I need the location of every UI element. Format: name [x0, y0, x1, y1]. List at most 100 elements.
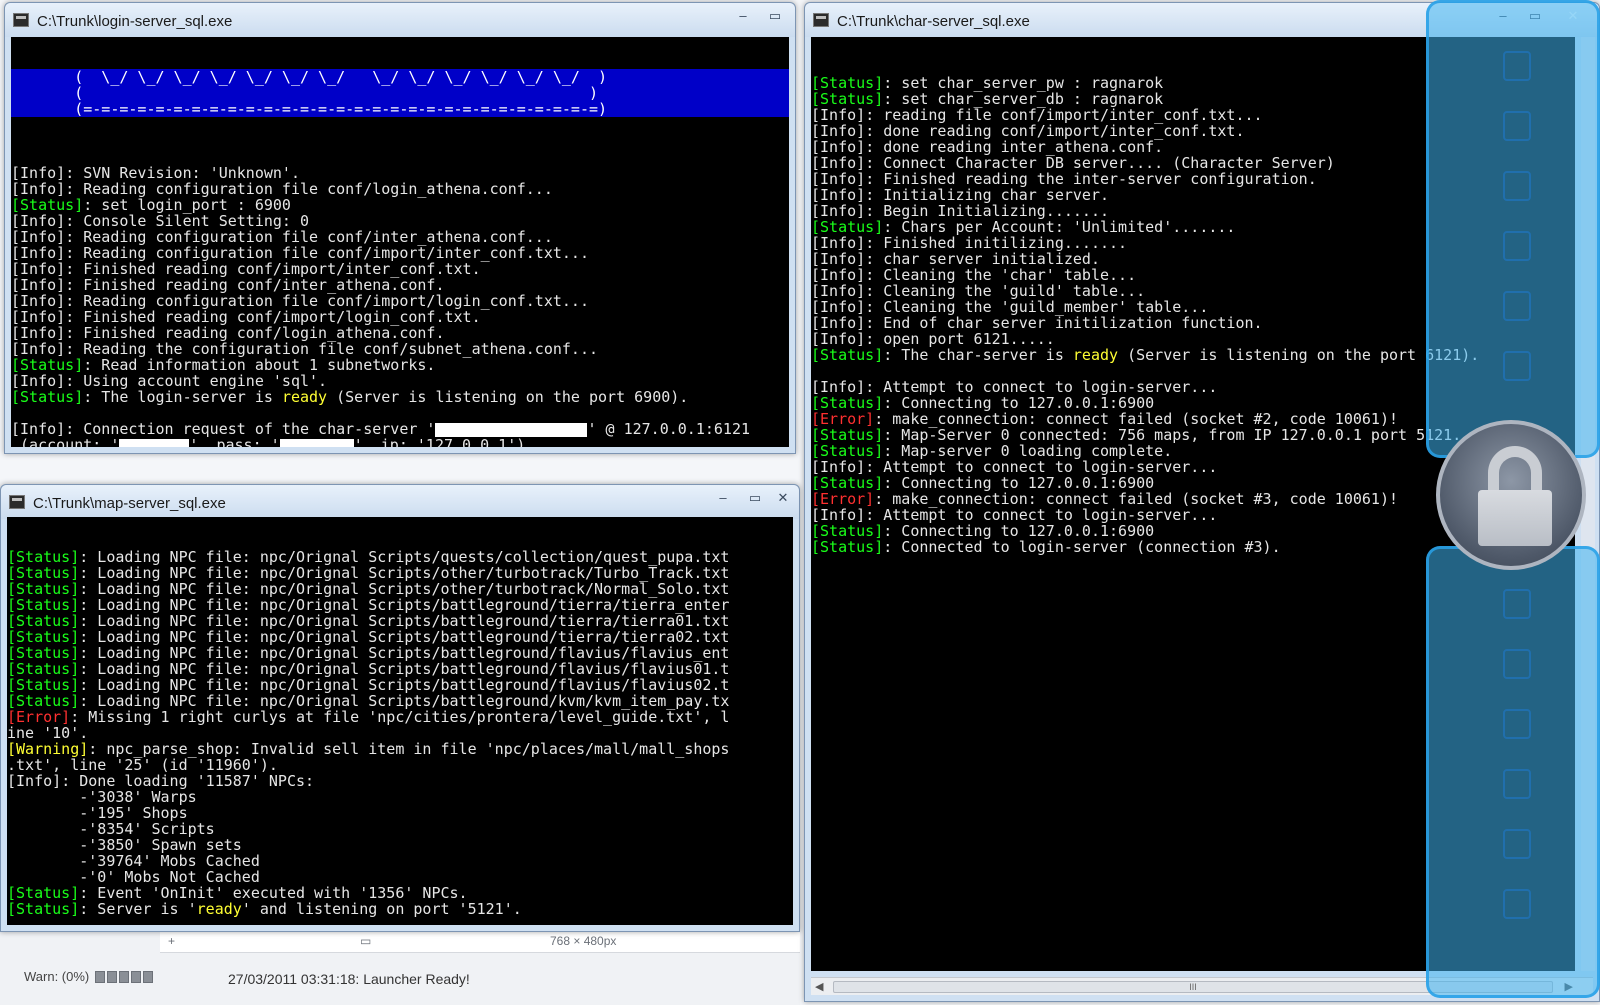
console-line: [Info]: Finished reading conf/import/log…: [11, 309, 789, 325]
console-line: [Status]: Read information about 1 subne…: [11, 357, 789, 373]
log-tag: [Status]: [11, 388, 84, 406]
console-line: [Info]: Console Silent Setting: 0: [11, 213, 789, 229]
add-icon: +: [168, 934, 176, 948]
log-text: : The login-server is: [83, 388, 282, 406]
close-button[interactable]: ✕: [773, 489, 793, 509]
console-line: -'3850' Spawn sets: [7, 837, 793, 853]
maximize-button[interactable]: ▭: [741, 489, 769, 509]
map-server-titlebar[interactable]: C:\Trunk\map-server_sql.exe – ▭ ✕: [1, 485, 799, 519]
lock-icon[interactable]: [1436, 420, 1586, 570]
console-line: [Status]: Event 'OnInit' executed with '…: [7, 885, 793, 901]
side-panel-top[interactable]: [1426, 0, 1600, 458]
console-line: -'39764' Mobs Cached: [7, 853, 793, 869]
console-line: [Info]: Connection request of the char-s…: [11, 421, 789, 437]
grid-icon: ▭: [360, 934, 372, 948]
log-text: : Missing 1 right curlys at file 'npc/ci…: [70, 708, 730, 726]
redacted-block: [435, 422, 588, 437]
console-app-icon: [9, 495, 25, 509]
console-line: [Status]: Loading NPC file: npc/Orignal …: [7, 597, 793, 613]
banner-line: (=-=-=-=-=-=-=-=-=-=-=-=-=-=-=-=-=-=-=-=…: [11, 100, 608, 118]
ruler-size-label: 768 × 480px: [550, 934, 617, 948]
console-line: [Status]: Loading NPC file: npc/Orignal …: [7, 549, 793, 565]
panel-slot-icon: [1503, 589, 1531, 619]
minimize-button[interactable]: –: [729, 7, 757, 27]
console-line: [Info]: Finished reading conf/inter_athe…: [11, 277, 789, 293]
log-text: ' and listening on port '5121'.: [241, 900, 522, 918]
console-line: [Info]: Reading configuration file conf/…: [11, 181, 789, 197]
panel-slot-icon: [1503, 709, 1531, 739]
launcher-status-strip: + ▭ 768 × 480px Warn: (0%) 27/03/2011 03…: [0, 930, 800, 1005]
log-text: ' @ 127.0.0.1:6121: [587, 420, 751, 438]
ascii-banner: ( \_/ \_/ \_/ \_/ \_/ \_/ \_/ \_/ \_/ \_…: [11, 69, 789, 117]
console-line: [Status]: Loading NPC file: npc/Orignal …: [7, 581, 793, 597]
console-line: -'0' Mobs Not Cached: [7, 869, 793, 885]
console-line: -'3038' Warps: [7, 789, 793, 805]
console-line: ine '10'.: [7, 725, 793, 741]
console-line: [Status]: Loading NPC file: npc/Orignal …: [7, 645, 793, 661]
console-line: [Status]: Loading NPC file: npc/Orignal …: [7, 677, 793, 693]
login-server-window[interactable]: C:\Trunk\login-server_sql.exe – ▭ ( \_/ …: [4, 2, 796, 454]
warn-level-meter: [95, 971, 155, 986]
console-line: -'8354' Scripts: [7, 821, 793, 837]
ready-keyword: ready: [196, 900, 242, 918]
console-line: [Info]: Reading configuration file conf/…: [11, 229, 789, 245]
map-console-output[interactable]: [Status]: Loading NPC file: npc/Orignal …: [7, 517, 793, 925]
map-server-window[interactable]: C:\Trunk\map-server_sql.exe – ▭ ✕ [Statu…: [0, 484, 800, 932]
console-line: [Status]: Loading NPC file: npc/Orignal …: [7, 565, 793, 581]
login-server-titlebar[interactable]: C:\Trunk\login-server_sql.exe – ▭: [5, 3, 795, 37]
log-tag: [Status]: [7, 900, 80, 918]
console-line: [Status]: The login-server is ready (Ser…: [11, 389, 789, 405]
log-text: : Server is ': [79, 900, 197, 918]
panel-slot-icon: [1503, 769, 1531, 799]
banner-line: ( \_/ \_/ \_/ \_/ \_/ \_/ \_/ \_/ \_/ \_…: [11, 68, 608, 86]
console-line: -'195' Shops: [7, 805, 793, 821]
redacted-block: [279, 438, 354, 447]
ready-keyword: ready: [281, 388, 328, 406]
log-text: ', ip: '127.0.0.1'): [353, 436, 526, 447]
console-line: [Status]: Loading NPC file: npc/Orignal …: [7, 661, 793, 677]
image-size-ruler: + ▭ 768 × 480px: [160, 931, 800, 953]
console-line: (account: ' ', pass: ' ', ip: '127.0.0.1'): [11, 437, 789, 447]
window-title: C:\Trunk\map-server_sql.exe: [33, 495, 226, 512]
log-tag: [Status]: [811, 538, 884, 556]
panel-slot-icon: [1503, 111, 1531, 141]
launcher-status-message: 27/03/2011 03:31:18: Launcher Ready!: [228, 971, 470, 987]
maximize-button[interactable]: ▭: [761, 7, 789, 27]
panel-slot-icon: [1503, 171, 1531, 201]
panel-slot-icon: [1503, 291, 1531, 321]
log-text: ', pass: ': [189, 436, 280, 447]
scroll-left-arrow-icon[interactable]: ◀: [815, 980, 823, 993]
panel-slot-icon: [1503, 829, 1531, 859]
side-panel-bottom[interactable]: [1426, 546, 1600, 998]
log-text: : The char-server is: [883, 346, 1073, 364]
login-console-output[interactable]: ( \_/ \_/ \_/ \_/ \_/ \_/ \_/ \_/ \_/ \_…: [11, 37, 789, 447]
console-line: [Status]: Loading NPC file: npc/Orignal …: [7, 693, 793, 709]
log-text: (account: ': [11, 436, 120, 447]
console-line: [Info]: SVN Revision: 'Unknown'.: [11, 165, 789, 181]
log-text: : Connected to login-server (connection …: [883, 538, 1281, 556]
console-line: [Info]: Finished reading conf/import/int…: [11, 261, 789, 277]
console-app-icon: [13, 13, 29, 27]
panel-slot-icon: [1503, 51, 1531, 81]
panel-slot-icon: [1503, 649, 1531, 679]
warn-level-label: Warn: (0%): [24, 969, 90, 984]
console-line: [Info]: Finished reading conf/login_athe…: [11, 325, 789, 341]
console-line: .txt', line '25' (id '11960').: [7, 757, 793, 773]
banner-line: ( ): [11, 84, 598, 102]
redacted-block: [119, 438, 190, 447]
console-line: [Error]: Missing 1 right curlys at file …: [7, 709, 793, 725]
console-app-icon: [813, 13, 829, 27]
log-text: (Server is listening on the port 6900).: [327, 388, 689, 406]
console-line: [Status]: Server is 'ready' and listenin…: [7, 901, 793, 917]
panel-slot-icon: [1503, 231, 1531, 261]
console-line: [Status]: Loading NPC file: npc/Orignal …: [7, 613, 793, 629]
minimize-button[interactable]: –: [709, 489, 737, 509]
console-line: [Info]: Done loading '11587' NPCs:: [7, 773, 793, 789]
ready-keyword: ready: [1072, 346, 1119, 364]
console-line: [Status]: set login_port : 6900: [11, 197, 789, 213]
console-line: [Info]: Reading the configuration file c…: [11, 341, 789, 357]
panel-slot-icon: [1503, 351, 1531, 381]
